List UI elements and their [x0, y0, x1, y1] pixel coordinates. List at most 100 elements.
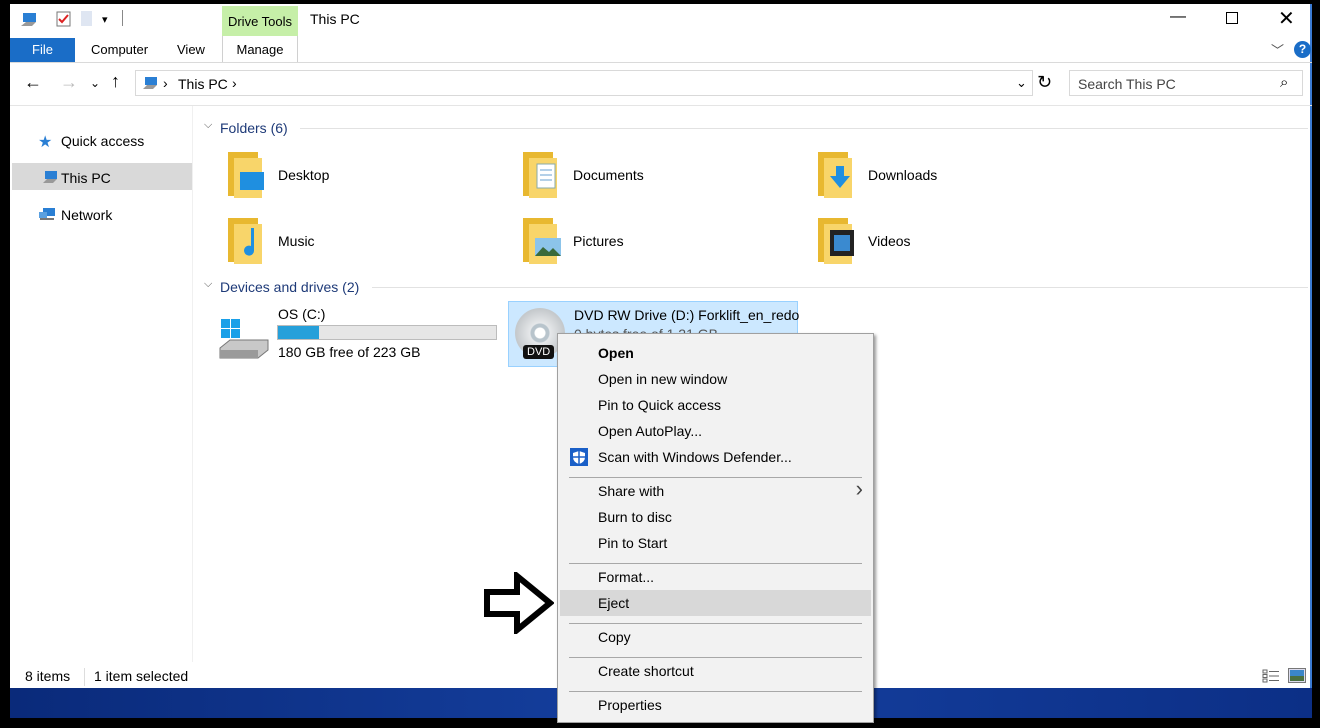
refresh-icon[interactable]: ↻ — [1037, 72, 1052, 93]
submenu-chevron-icon: › — [855, 476, 863, 501]
tab-file[interactable]: File — [10, 38, 75, 62]
menu-item-label: Properties — [598, 697, 662, 713]
drives-group-header[interactable]: Devices and drives (2) — [220, 279, 359, 295]
folder-item-documents[interactable]: Documents — [521, 150, 781, 200]
divider — [122, 10, 123, 26]
dvd-badge: DVD — [523, 345, 555, 359]
drive-free-space: 180 GB free of 223 GB — [278, 344, 421, 360]
documents-folder-icon — [523, 152, 557, 198]
menu-item-properties[interactable]: Properties — [560, 692, 871, 718]
folder-label: Music — [278, 233, 315, 249]
search-icon[interactable]: ⌕ — [1280, 74, 1288, 91]
computer-icon[interactable] — [20, 12, 38, 26]
forward-icon[interactable]: → — [60, 72, 78, 93]
menu-item-pin-to-quick-access[interactable]: Pin to Quick access — [560, 392, 871, 418]
divider — [10, 105, 1312, 106]
windows-defender-icon — [570, 448, 588, 466]
sidebar-item-network[interactable]: Network — [61, 207, 112, 223]
selection-count: 1 item selected — [94, 668, 189, 684]
desktop-folder-icon — [228, 152, 264, 198]
drive-name[interactable]: OS (C:) — [278, 306, 325, 322]
recent-locations-icon[interactable]: ⌄ — [90, 76, 100, 90]
new-folder-icon[interactable] — [81, 11, 92, 26]
details-view-icon[interactable] — [1262, 669, 1280, 686]
breadcrumb-separator[interactable]: › — [232, 75, 237, 91]
menu-item-create-shortcut[interactable]: Create shortcut — [560, 658, 871, 684]
tab-manage[interactable]: Manage — [222, 36, 298, 62]
folder-item-downloads[interactable]: Downloads — [816, 150, 1076, 200]
menu-item-format[interactable]: Format... — [560, 564, 871, 590]
menu-item-copy[interactable]: Copy — [560, 624, 871, 650]
folder-item-pictures[interactable]: Pictures — [521, 216, 781, 266]
menu-item-burn-to-disc[interactable]: Burn to disc — [560, 504, 871, 530]
drive-usage-bar — [277, 325, 497, 340]
up-icon[interactable]: ↑ — [111, 71, 120, 92]
star-icon: ★ — [38, 134, 53, 151]
folder-label: Videos — [868, 233, 911, 249]
breadcrumb-separator[interactable]: › — [163, 75, 168, 91]
tab-computer[interactable]: Computer — [91, 42, 148, 57]
maximize-icon[interactable] — [1226, 12, 1238, 24]
menu-item-open-in-new-window[interactable]: Open in new window — [560, 366, 871, 392]
divider — [372, 287, 1308, 288]
folder-item-desktop[interactable]: Desktop — [226, 150, 486, 200]
folder-item-videos[interactable]: Videos — [816, 216, 1076, 266]
menu-item-label: Open in new window — [598, 371, 728, 387]
os-drive-icon — [218, 316, 270, 363]
menu-item-label: Eject — [598, 595, 630, 611]
address-dropdown-icon[interactable]: ⌄ — [1016, 75, 1027, 91]
arrow-annotation-icon — [484, 569, 555, 637]
menu-item-scan-with-windows-defender[interactable]: Scan with Windows Defender... — [560, 444, 871, 470]
breadcrumb-this-pc[interactable]: This PC — [178, 76, 228, 92]
collapse-folders-icon[interactable]: ⌵ — [204, 119, 212, 132]
customize-quick-access-icon[interactable]: ▾ — [102, 13, 108, 26]
close-icon[interactable]: ✕ — [1278, 6, 1295, 31]
sidebar-item-quick-access[interactable]: Quick access — [61, 133, 144, 149]
computer-icon — [142, 76, 158, 93]
collapse-drives-icon[interactable]: ⌵ — [204, 278, 212, 291]
menu-item-eject[interactable]: Eject — [560, 590, 871, 616]
menu-item-label: Pin to Start — [598, 535, 668, 551]
divider — [84, 668, 85, 686]
menu-item-pin-to-start[interactable]: Pin to Start — [560, 530, 871, 556]
properties-icon[interactable] — [56, 11, 71, 30]
menu-item-share-with[interactable]: Share with › — [560, 476, 871, 504]
menu-item-label: Share with — [598, 483, 665, 499]
computer-icon — [42, 170, 58, 187]
menu-item-label: Open — [598, 345, 634, 361]
menu-item-label: Burn to disc — [598, 509, 672, 525]
minimize-icon[interactable]: — — [1170, 8, 1186, 26]
videos-folder-icon — [818, 218, 854, 264]
tab-view[interactable]: View — [177, 42, 205, 57]
divider — [300, 128, 1308, 129]
folder-label: Desktop — [278, 167, 330, 183]
menu-item-label: Pin to Quick access — [598, 397, 721, 413]
search-input[interactable]: Search This PC ⌕ — [1069, 70, 1303, 96]
network-icon — [38, 207, 56, 224]
music-folder-icon — [228, 218, 262, 264]
folder-label: Pictures — [573, 233, 624, 249]
pane-divider[interactable] — [192, 106, 193, 662]
pictures-folder-icon — [523, 218, 561, 264]
context-menu: Open Open in new window Pin to Quick acces… — [557, 333, 874, 723]
window-title: This PC — [310, 11, 360, 27]
drive-name: DVD RW Drive (D:) Forklift_en_redo — [574, 307, 800, 323]
menu-item-label: Format... — [598, 569, 655, 585]
folder-label: Documents — [573, 167, 644, 183]
folders-group-header[interactable]: Folders (6) — [220, 120, 288, 136]
folder-item-music[interactable]: Music — [226, 216, 486, 266]
sidebar-item-this-pc[interactable]: This PC — [61, 170, 111, 186]
back-icon[interactable]: ← — [24, 72, 42, 93]
menu-item-open[interactable]: Open — [560, 340, 871, 366]
expand-ribbon-icon[interactable]: ﹀ — [1271, 40, 1284, 59]
help-icon[interactable]: ? — [1294, 41, 1311, 58]
menu-item-label: Scan with Windows Defender... — [598, 449, 792, 465]
item-count: 8 items — [25, 668, 71, 684]
drive-usage-fill — [278, 326, 320, 339]
search-placeholder: Search This PC — [1078, 76, 1176, 92]
address-bar[interactable]: › This PC › ⌄ — [135, 70, 1033, 96]
large-icons-view-icon[interactable] — [1288, 668, 1306, 686]
divider — [10, 62, 1312, 63]
menu-item-open-autoplay[interactable]: Open AutoPlay... — [560, 418, 871, 444]
menu-item-label: Open AutoPlay... — [598, 423, 703, 439]
